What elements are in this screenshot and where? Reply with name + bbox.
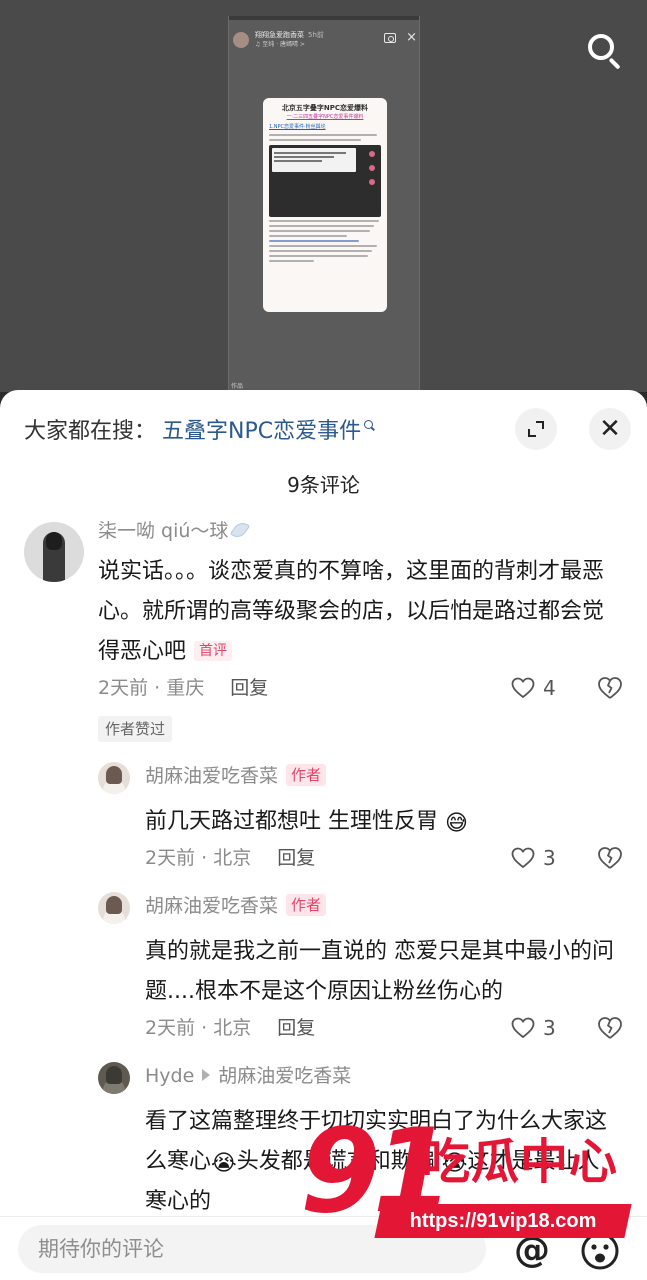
like-button[interactable]: 4 — [511, 676, 556, 700]
comment-text: 说实话。。。谈恋爱真的不算啥，这里面的背刺才最恶心。就所谓的高等级聚会的店，以后… — [98, 559, 605, 664]
comment-time-location: 2天前 · 重庆 — [98, 677, 205, 699]
trending-search-label: 大家都在搜： — [24, 419, 157, 444]
comment-username[interactable]: 柒一呦 qiú～球 — [98, 518, 251, 544]
expand-icon — [528, 421, 544, 437]
post-section: 1.NPC恋爱事件·粉丝舆论 — [269, 124, 326, 130]
comment-sheet: 大家都在搜： 五叠字NPC恋爱事件 ✕ 9条评论 柒一呦 qiú～球 说实话。。… — [0, 390, 647, 1280]
comment-count: 9条评论 — [287, 473, 360, 497]
video-frame[interactable]: 翔翔急爱跑香菜 5h前 ♫ 至纯 · 唐嫣晴 > × 北京五字叠字NPC恋爱爆料 … — [228, 16, 420, 392]
like-count: 4 — [543, 676, 556, 700]
frame-header: 翔翔急爱跑香菜 5h前 ♫ 至纯 · 唐嫣晴 > × — [233, 30, 417, 60]
comment-input[interactable] — [18, 1225, 486, 1273]
post-subtitle: 一·二三四五叠字NPC恋爱事件爆料 — [286, 114, 364, 120]
like-button[interactable]: 3 — [511, 846, 556, 870]
feather-icon — [230, 519, 251, 541]
author-badge: 作者 — [286, 894, 327, 916]
mention-button[interactable]: @ — [512, 1231, 552, 1271]
post-body-lines — [269, 134, 381, 141]
frame-time: 5h前 — [308, 31, 324, 39]
avatar[interactable] — [98, 892, 130, 924]
post-card: 北京五字叠字NPC恋爱爆料 一·二三四五叠字NPC恋爱事件爆料 1.NPC恋爱事… — [263, 98, 387, 312]
reply-time-location: 2天前 · 北京 — [145, 1017, 252, 1039]
like-count: 3 — [543, 846, 556, 870]
comment-input-bar: @ — [0, 1216, 647, 1280]
reply-button[interactable]: 回复 — [230, 677, 268, 699]
broken-heart-icon[interactable] — [597, 676, 623, 700]
frame-avatar — [233, 32, 249, 48]
comment-meta: 2天前 · 重庆 回复 — [98, 674, 268, 702]
reply-time-location: 2天前 · 北京 — [145, 847, 252, 869]
reply-to-username[interactable]: 胡麻油爱吃香菜 — [218, 1065, 351, 1087]
post-embedded-screenshot — [269, 145, 381, 217]
crying-emoji: 😭 — [211, 1151, 237, 1176]
heart-icon — [511, 677, 535, 699]
post-title: 北京五字叠字NPC恋爱爆料 — [281, 104, 369, 112]
reply-meta: 2天前 · 北京 回复 — [145, 1014, 315, 1042]
reply-meta: 2天前 · 北京 回复 — [145, 844, 315, 872]
reply-text: 真的就是我之前一直说的 恋爱只是其中最小的问题....根本不是这个原因让粉丝伤心… — [145, 939, 614, 1004]
like-count: 3 — [543, 1016, 556, 1040]
reply-text: 前几天路过都想吐 生理性反胃 😅 — [145, 809, 468, 836]
sweat-smile-emoji: 😅 — [445, 811, 468, 836]
reply-username[interactable]: Hyde 胡麻油爱吃香菜 — [145, 1062, 351, 1090]
search-small-icon — [364, 419, 374, 429]
video-player[interactable]: 翔翔急爱跑香菜 5h前 ♫ 至纯 · 唐嫣晴 > × 北京五字叠字NPC恋爱爆料 … — [0, 0, 647, 392]
heart-icon — [511, 1017, 535, 1039]
emoji-icon[interactable] — [580, 1231, 620, 1271]
avatar[interactable] — [98, 1062, 130, 1094]
frame-progress-bar — [229, 16, 419, 20]
broken-heart-icon[interactable] — [597, 1016, 623, 1040]
search-icon[interactable] — [584, 30, 626, 72]
avatar[interactable] — [98, 762, 130, 794]
reply-username[interactable]: 胡麻油爱吃香菜 作者 — [145, 892, 327, 920]
close-icon: ✕ — [599, 414, 621, 444]
trending-search-link[interactable]: 五叠字NPC恋爱事件 — [162, 412, 361, 452]
reply-button[interactable]: 回复 — [277, 847, 315, 869]
frame-footer: 作品 — [231, 383, 244, 390]
frame-music: ♫ 至纯 · 唐嫣晴 > — [255, 41, 305, 48]
camera-icon — [384, 33, 397, 43]
heart-icon — [511, 847, 535, 869]
author-badge: 作者 — [286, 764, 327, 786]
close-icon: × — [406, 30, 417, 45]
expand-button[interactable] — [515, 408, 557, 450]
avatar[interactable] — [24, 522, 84, 582]
reply-username[interactable]: 胡麻油爱吃香菜 作者 — [145, 762, 327, 790]
frame-header-info: 翔翔急爱跑香菜 5h前 ♫ 至纯 · 唐嫣晴 > — [255, 30, 384, 49]
like-button[interactable]: 3 — [511, 1016, 556, 1040]
broken-heart-icon[interactable] — [597, 846, 623, 870]
reply-button[interactable]: 回复 — [277, 1017, 315, 1039]
close-button[interactable]: ✕ — [589, 408, 631, 450]
first-comment-badge: 首评 — [194, 641, 233, 661]
crying-emoji: 😭 — [441, 1151, 468, 1176]
author-liked-tag: 作者赞过 — [98, 716, 173, 742]
trending-search-bar[interactable]: 大家都在搜： 五叠字NPC恋爱事件 — [24, 412, 374, 452]
reply-arrow-icon — [202, 1069, 211, 1081]
reply-text: 看了这篇整理终于切切实实明白了为什么大家这么寒心😭头发都是谎言和欺骗 😭这才是最… — [145, 1109, 608, 1214]
frame-account-name: 翔翔急爱跑香菜 — [255, 31, 304, 39]
